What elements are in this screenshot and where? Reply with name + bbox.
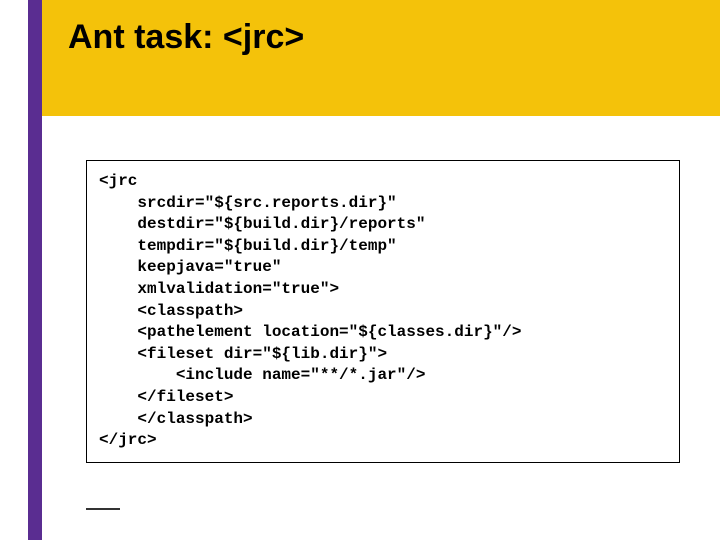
footer-rule [86, 508, 120, 510]
code-text: <jrc srcdir="${src.reports.dir}" destdir… [99, 171, 667, 452]
left-accent-bar [28, 0, 42, 540]
code-block: <jrc srcdir="${src.reports.dir}" destdir… [86, 160, 680, 463]
slide-title: Ant task: <jrc> [68, 18, 304, 57]
slide: Ant task: <jrc> <jrc srcdir="${src.repor… [0, 0, 720, 540]
